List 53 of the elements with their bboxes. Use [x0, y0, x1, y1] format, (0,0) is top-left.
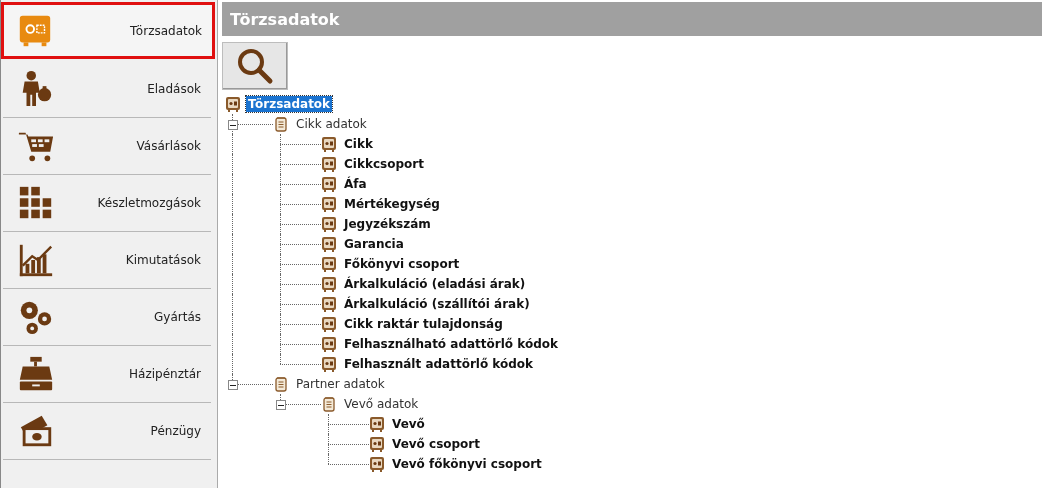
cash-register-icon [17, 355, 55, 393]
safe-icon [321, 256, 337, 272]
safe-icon [321, 276, 337, 292]
sidebar-item[interactable]: Törzsadatok [1, 2, 215, 59]
safe-icon [321, 356, 337, 372]
tree-node[interactable]: Cikkcsoport [342, 156, 426, 172]
tree-node[interactable]: Felhasznált adattörlő kódok [342, 356, 536, 372]
sidebar-item[interactable]: Pénzügy [3, 403, 211, 460]
notepad-icon [321, 396, 337, 412]
safe-icon [321, 196, 337, 212]
sidebar-item[interactable]: Eladások [3, 61, 211, 118]
safe-icon [321, 176, 337, 192]
safe-icon [321, 216, 337, 232]
tree-node[interactable]: Áfa [342, 176, 369, 192]
tree-node[interactable]: Árkalkuláció (szállítói árak) [342, 296, 532, 312]
search-icon [236, 47, 274, 85]
tree-node[interactable]: Garancia [342, 236, 406, 252]
collapse-toggle[interactable] [276, 400, 286, 410]
tree-node[interactable]: Árkalkuláció (eladási árak) [342, 276, 528, 292]
safe-icon [321, 136, 337, 152]
tree-node[interactable]: Vevő [390, 416, 427, 432]
tree-node[interactable]: Vevő adatok [342, 396, 421, 412]
sidebar-item[interactable]: Vásárlások [3, 118, 211, 175]
safe-icon [225, 96, 241, 112]
tree-node[interactable]: Partner adatok [294, 376, 387, 392]
tree-node[interactable]: Cikk raktár tulajdonság [342, 316, 505, 332]
collapse-toggle[interactable] [228, 380, 238, 390]
tree-node[interactable]: Cikk adatok [294, 116, 369, 132]
sidebar-item[interactable]: Házipénztár [3, 346, 211, 403]
safe-icon [321, 296, 337, 312]
safe-icon [321, 156, 337, 172]
tree-node[interactable]: Vevő csoport [390, 436, 482, 452]
sidebar-item[interactable]: Gyártás [3, 289, 211, 346]
safe-icon [321, 336, 337, 352]
tree-node[interactable]: Vevő főkönyvi csoport [390, 456, 544, 472]
safe-icon [369, 416, 385, 432]
sidebar-item[interactable]: Kimutatások [3, 232, 211, 289]
tree-node[interactable]: Jegyzékszám [342, 216, 433, 232]
safe-icon [369, 436, 385, 452]
tree-node[interactable]: Mértékegység [342, 196, 442, 212]
sidebar-item[interactable]: Készletmozgások [3, 175, 211, 232]
tree-node[interactable]: Törzsadatok [246, 96, 333, 112]
collapse-toggle[interactable] [228, 120, 238, 130]
safe-icon [369, 456, 385, 472]
safe-icon [321, 236, 337, 252]
safe-icon [321, 316, 337, 332]
tree-node[interactable]: Felhasználható adattörlő kódok [342, 336, 560, 352]
notepad-icon [273, 116, 289, 132]
search-button[interactable] [222, 42, 288, 90]
header-title: Törzsadatok [230, 9, 340, 29]
notepad-icon [273, 376, 289, 392]
tree-node[interactable]: Főkönyvi csoport [342, 256, 462, 272]
tree-node[interactable]: Cikk [342, 136, 375, 152]
